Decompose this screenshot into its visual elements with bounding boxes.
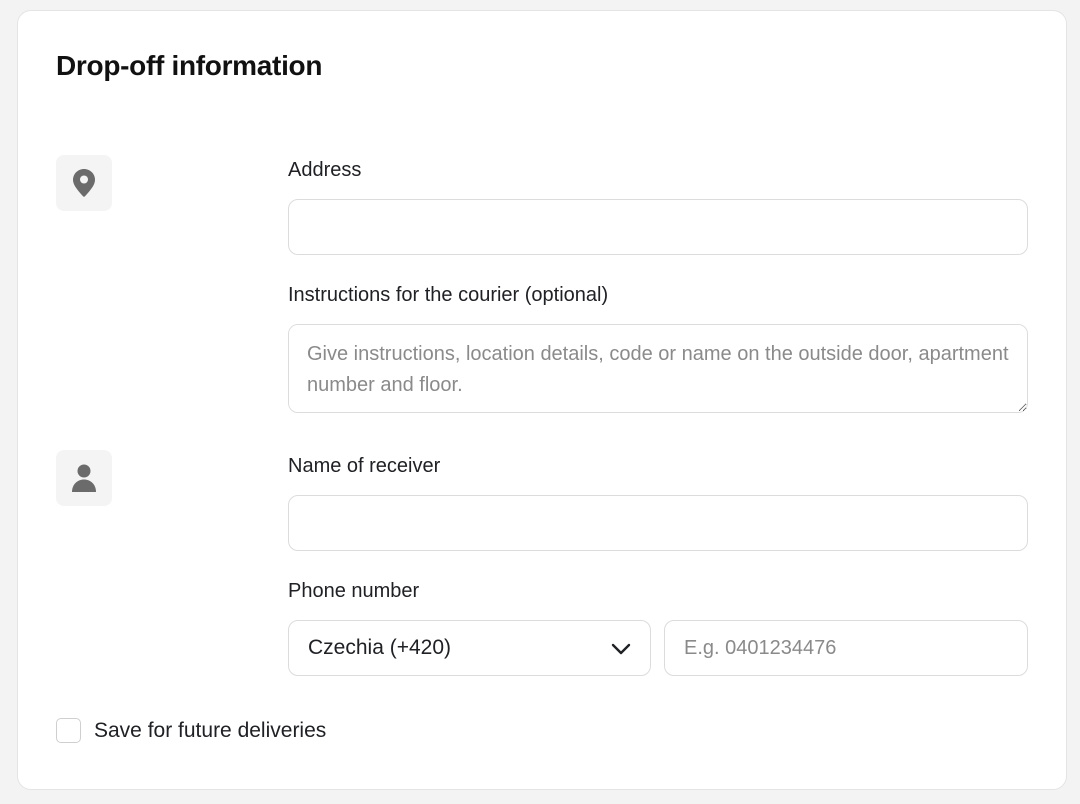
save-checkbox[interactable] <box>56 718 81 743</box>
phone-label: Phone number <box>288 580 420 602</box>
address-icon-box <box>56 155 112 211</box>
instructions-label: Instructions for the courier (optional) <box>288 284 609 306</box>
save-option-row: Save for future deliveries <box>56 718 326 743</box>
country-code-value: Czechia (+420) <box>308 636 451 659</box>
address-input[interactable] <box>288 199 1028 255</box>
instructions-textarea[interactable] <box>288 324 1028 413</box>
location-pin-icon <box>73 169 95 197</box>
receiver-icon-box <box>56 450 112 506</box>
address-label: Address <box>288 159 362 181</box>
save-checkbox-label[interactable]: Save for future deliveries <box>94 719 326 743</box>
phone-number-input[interactable] <box>664 620 1028 676</box>
page-title: Drop-off information <box>56 50 323 81</box>
person-icon <box>72 464 96 492</box>
receiver-label: Name of receiver <box>288 455 441 477</box>
receiver-name-input[interactable] <box>288 495 1028 551</box>
chevron-down-icon <box>611 643 631 655</box>
country-code-select[interactable]: Czechia (+420) <box>288 620 651 676</box>
